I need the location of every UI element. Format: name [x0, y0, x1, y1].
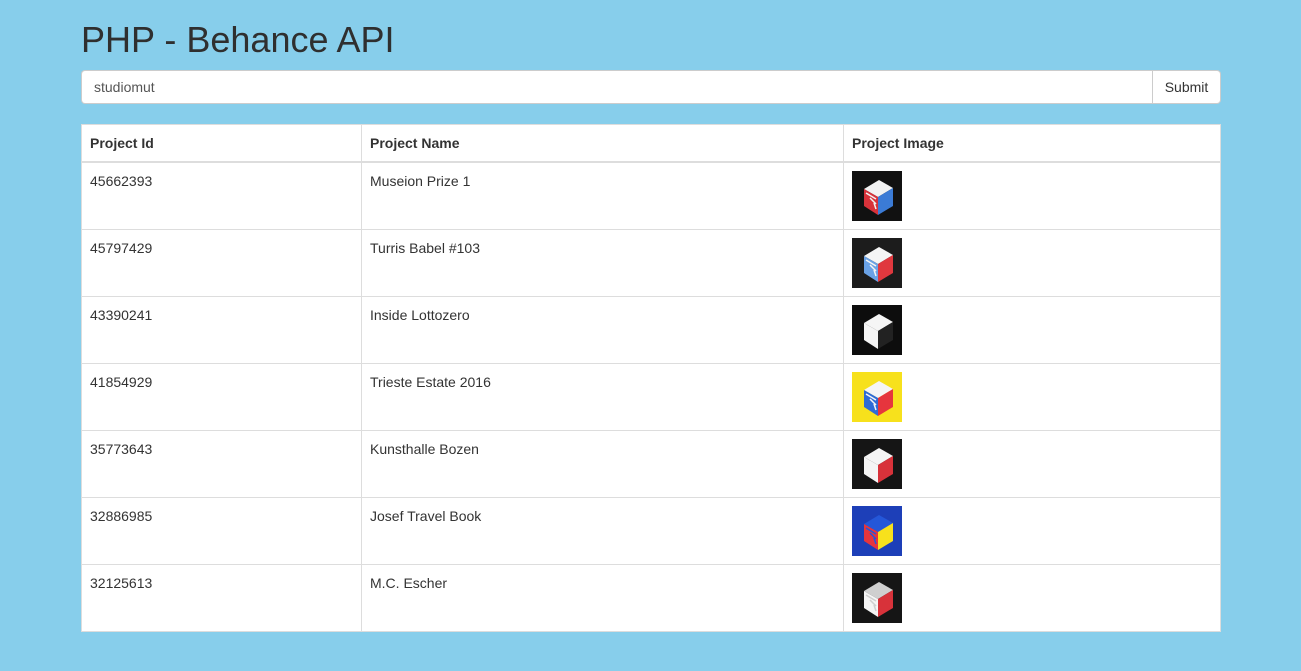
table-row: 41854929 Trieste Estate 2016 — [81, 363, 1221, 431]
project-image-cell — [843, 161, 1221, 230]
project-thumbnail — [852, 305, 902, 355]
header-project-name: Project Name — [361, 124, 844, 163]
table-row: 45662393 Museion Prize 1 — [81, 161, 1221, 230]
project-id-cell: 43390241 — [81, 296, 362, 364]
project-id-cell: 32886985 — [81, 497, 362, 565]
table-row: 32886985 Josef Travel Book — [81, 497, 1221, 565]
project-thumbnail — [852, 506, 902, 556]
project-image-cell — [843, 430, 1221, 498]
table-row: 43390241 Inside Lottozero — [81, 296, 1221, 364]
table-header-row: Project Id Project Name Project Image — [81, 124, 1221, 163]
project-id-cell: 45797429 — [81, 229, 362, 297]
submit-button[interactable]: Submit — [1152, 70, 1221, 104]
header-project-image: Project Image — [843, 124, 1221, 163]
project-id-cell: 41854929 — [81, 363, 362, 431]
table-body: 45662393 Museion Prize 1 45797429 Turris… — [81, 161, 1221, 632]
project-image-cell — [843, 363, 1221, 431]
project-name-cell: Museion Prize 1 — [361, 161, 844, 230]
project-thumbnail — [852, 372, 902, 422]
search-input[interactable] — [81, 70, 1152, 104]
project-id-cell: 32125613 — [81, 564, 362, 632]
projects-table: Project Id Project Name Project Image 45… — [81, 124, 1221, 632]
search-form: Submit — [81, 70, 1221, 104]
project-thumbnail — [852, 573, 902, 623]
project-id-cell: 45662393 — [81, 161, 362, 230]
project-thumbnail — [852, 238, 902, 288]
project-image-cell — [843, 564, 1221, 632]
table-row: 45797429 Turris Babel #103 — [81, 229, 1221, 297]
project-id-cell: 35773643 — [81, 430, 362, 498]
project-name-cell: Kunsthalle Bozen — [361, 430, 844, 498]
table-row: 32125613 M.C. Escher — [81, 564, 1221, 632]
project-thumbnail — [852, 171, 902, 221]
project-image-cell — [843, 497, 1221, 565]
project-name-cell: Inside Lottozero — [361, 296, 844, 364]
project-name-cell: Josef Travel Book — [361, 497, 844, 565]
project-thumbnail — [852, 439, 902, 489]
project-name-cell: Trieste Estate 2016 — [361, 363, 844, 431]
project-name-cell: Turris Babel #103 — [361, 229, 844, 297]
header-project-id: Project Id — [81, 124, 362, 163]
table-row: 35773643 Kunsthalle Bozen — [81, 430, 1221, 498]
page-title: PHP - Behance API — [81, 19, 395, 60]
project-name-cell: M.C. Escher — [361, 564, 844, 632]
project-image-cell — [843, 229, 1221, 297]
project-image-cell — [843, 296, 1221, 364]
